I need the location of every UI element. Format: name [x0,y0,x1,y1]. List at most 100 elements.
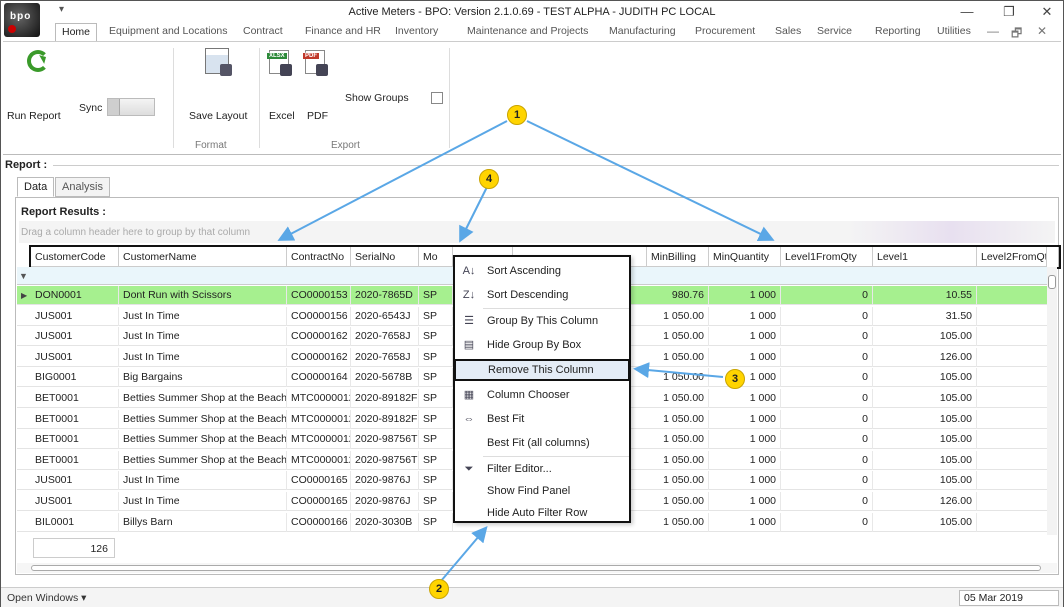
tab-home[interactable]: Home [55,23,98,42]
close-button[interactable]: ✕ [1033,3,1061,21]
contract-no-cell[interactable]: MTC0000012 [287,409,351,429]
customer-name-cell[interactable]: Betties Summer Shop at the Beach [119,389,287,408]
contract-no-cell[interactable]: MTC0000012 [287,450,351,470]
customer-code-cell[interactable]: BIL0001 [31,512,119,532]
tab-utilities[interactable]: Utilities [937,25,971,37]
mdi-minimize-button[interactable]: — [987,24,999,38]
customer-name-cell[interactable]: Just In Time [119,327,287,347]
level1-cell[interactable]: 105.00 [873,430,977,450]
min-quantity-cell[interactable]: 1 000 [709,471,781,491]
contract-no-cell[interactable]: CO0000164 [287,368,351,388]
vertical-scrollbar[interactable] [1047,267,1057,535]
customer-code-cell[interactable]: BIG0001 [31,368,119,388]
customer-code-cell[interactable]: DON0001 [31,286,119,305]
open-windows-button[interactable]: Open Windows ▾ [7,592,86,604]
level1-cell[interactable]: 31.50 [873,306,977,326]
level1-cell[interactable]: 126.00 [873,347,977,367]
customer-code-cell[interactable]: BET0001 [31,430,119,450]
column-header-level2fromqty[interactable]: Level2FromQty [977,247,1047,267]
column-header-minquantity[interactable]: MinQuantity [709,247,781,267]
menu-item-best-fit-all[interactable]: Best Fit (all columns) [455,431,629,455]
level1-cell[interactable]: 105.00 [873,512,977,532]
level1-from-qty-cell[interactable]: 0 [781,471,873,491]
serial-no-cell[interactable]: 2020-9876J [351,471,419,491]
tab-contract[interactable]: Contract [243,25,283,37]
min-quantity-cell[interactable]: 1 000 [709,430,781,450]
model-cell[interactable]: SP [419,471,453,491]
serial-no-cell[interactable]: 2020-3030B [351,512,419,532]
tab-equipment-and-locations[interactable]: Equipment and Locations [109,25,228,37]
customer-code-cell[interactable]: JUS001 [31,306,119,326]
serial-no-cell[interactable]: 2020-98756T [351,430,419,450]
min-billing-cell[interactable]: 1 050.00 [647,347,709,367]
level1-from-qty-cell[interactable]: 0 [781,409,873,429]
min-quantity-cell[interactable]: 1 000 [709,389,781,408]
customer-code-cell[interactable]: JUS001 [31,471,119,491]
date-field[interactable]: 05 Mar 2019 [959,590,1059,606]
contract-no-cell[interactable]: MTC0000012 [287,389,351,408]
column-header-level1fromqty[interactable]: Level1FromQty [781,247,873,267]
menu-item-column-chooser[interactable]: ▦ Column Chooser [455,383,629,407]
level1-from-qty-cell[interactable]: 0 [781,368,873,388]
model-cell[interactable]: SP [419,327,453,347]
min-quantity-cell[interactable]: 1 000 [709,512,781,532]
customer-code-cell[interactable]: BET0001 [31,450,119,470]
customer-name-cell[interactable]: Big Bargains [119,368,287,388]
column-header-minbilling[interactable]: MinBilling [647,247,709,267]
contract-no-cell[interactable]: CO0000162 [287,347,351,367]
menu-item-hide-auto-filter-row[interactable]: Hide Auto Filter Row [455,501,629,525]
customer-code-cell[interactable]: BET0001 [31,389,119,408]
model-cell[interactable]: SP [419,512,453,532]
horizontal-scrollbar[interactable] [17,563,1057,573]
customer-name-cell[interactable]: Betties Summer Shop at the Beach [119,450,287,470]
pdf-icon[interactable]: PDF [303,50,328,76]
pdf-button[interactable]: PDF [307,110,328,122]
tab-manufacturing[interactable]: Manufacturing [609,25,676,37]
excel-button[interactable]: Excel [269,110,295,122]
contract-no-cell[interactable]: CO0000165 [287,492,351,511]
serial-no-cell[interactable]: 2020-5678B [351,368,419,388]
column-header-customercode[interactable]: CustomerCode [31,247,119,267]
level1-from-qty-cell[interactable]: 0 [781,450,873,470]
run-report-button[interactable]: Run Report [7,110,61,122]
level1-cell[interactable]: 105.00 [873,409,977,429]
model-cell[interactable]: SP [419,306,453,326]
level1-from-qty-cell[interactable]: 0 [781,492,873,511]
menu-item-best-fit[interactable]: ⇔ Best Fit [455,407,629,431]
tab-analysis[interactable]: Analysis [55,177,110,197]
model-cell[interactable]: SP [419,389,453,408]
customer-code-cell[interactable]: JUS001 [31,327,119,347]
min-billing-cell[interactable]: 1 050.00 [647,512,709,532]
min-billing-cell[interactable]: 1 050.00 [647,430,709,450]
serial-no-cell[interactable]: 2020-98756T [351,450,419,470]
menu-item-show-find-panel[interactable]: Show Find Panel [455,479,629,503]
tab-finance-and-hr[interactable]: Finance and HR [305,25,381,37]
contract-no-cell[interactable]: CO0000162 [287,327,351,347]
model-cell[interactable]: SP [419,286,453,305]
min-quantity-cell[interactable]: 1 000 [709,327,781,347]
contract-no-cell[interactable]: CO0000156 [287,306,351,326]
column-header-level1[interactable]: Level1 [873,247,977,267]
serial-no-cell[interactable]: 2020-89182F [351,409,419,429]
model-cell[interactable]: SP [419,450,453,470]
tab-reporting[interactable]: Reporting [875,25,921,37]
serial-no-cell[interactable]: 2020-7658J [351,327,419,347]
scroll-thumb[interactable] [1048,275,1056,289]
scroll-thumb[interactable] [31,565,1041,571]
level1-from-qty-cell[interactable]: 0 [781,286,873,305]
min-quantity-cell[interactable]: 1 000 [709,286,781,305]
model-cell[interactable]: SP [419,368,453,388]
tab-service[interactable]: Service [817,25,852,37]
excel-icon[interactable]: XLSX [267,50,292,76]
level1-from-qty-cell[interactable]: 0 [781,512,873,532]
customer-name-cell[interactable]: Dont Run with Scissors [119,286,287,305]
level1-cell[interactable]: 105.00 [873,471,977,491]
contract-no-cell[interactable]: CO0000153 [287,286,351,305]
min-billing-cell[interactable]: 1 050.00 [647,450,709,470]
mdi-close-button[interactable]: ✕ [1037,24,1047,38]
serial-no-cell[interactable]: 2020-9876J [351,492,419,511]
customer-name-cell[interactable]: Betties Summer Shop at the Beach [119,430,287,450]
save-layout-button[interactable]: Save Layout [189,110,247,122]
min-billing-cell[interactable]: 980.76 [647,286,709,305]
min-quantity-cell[interactable]: 1 000 [709,492,781,511]
